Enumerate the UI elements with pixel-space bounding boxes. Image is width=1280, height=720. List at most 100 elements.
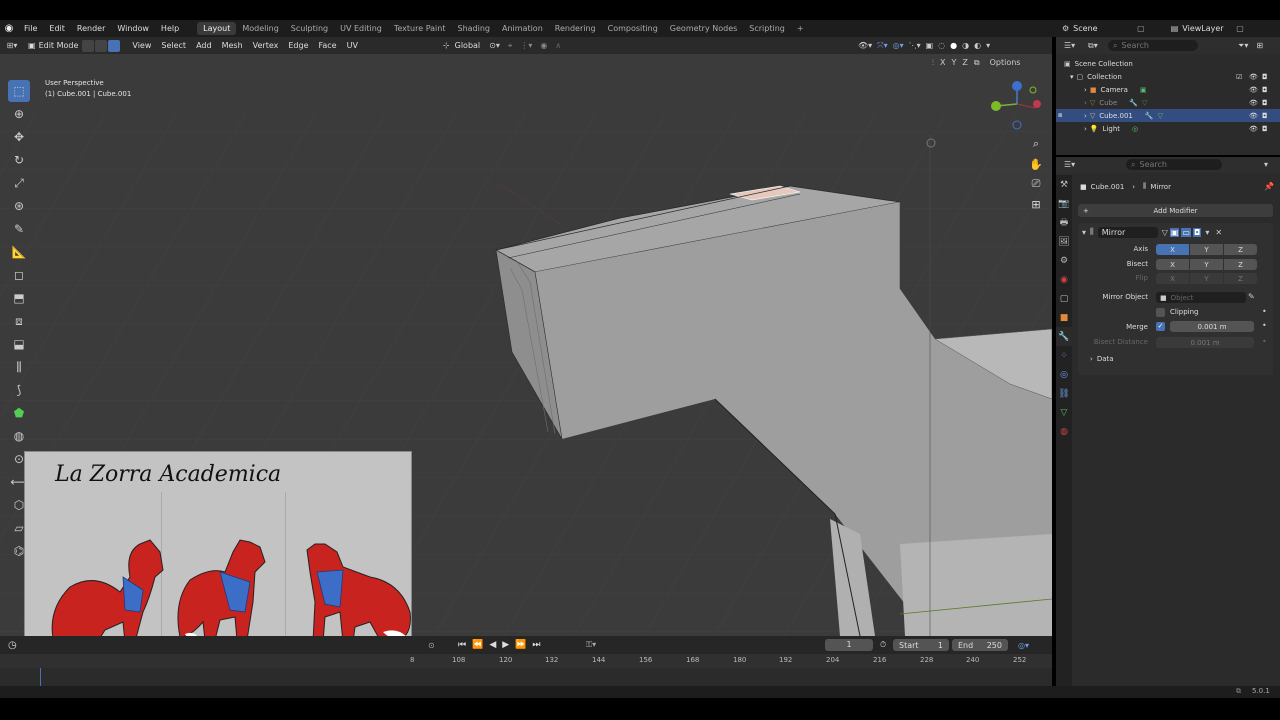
start-frame-field[interactable]: Start 1 [893,639,949,651]
physics-tab-icon[interactable]: ◎ [1056,365,1072,384]
properties-options-icon[interactable]: ▾ [1264,160,1268,169]
filter-icon[interactable]: ⏷▾ [1238,41,1248,51]
properties-editor-icon[interactable]: ☰▾ [1064,160,1075,169]
menu-render[interactable]: Render [71,24,111,33]
jump-end-icon[interactable]: ⏭ [532,640,540,650]
outliner-item-camera[interactable]: › ■ Camera ▣ 👁 ◘ [1056,83,1280,96]
wireframe-shading-icon[interactable]: ◌ [938,41,945,50]
add-workspace-button[interactable]: + [791,24,810,33]
move-tool-icon[interactable]: ✥ [8,126,30,148]
keyframe-dot-icon[interactable]: • [1262,321,1267,330]
menu-help[interactable]: Help [155,24,185,33]
bisect-x-toggle[interactable]: X [1156,259,1189,270]
outliner-item-light[interactable]: › 💡 Light ◎ 👁 ◘ [1056,122,1280,135]
axis-z-toggle[interactable]: Z [1224,244,1257,255]
tool-tab-icon[interactable]: ⚒ [1056,175,1072,194]
mirror-y-toggle[interactable]: Y [951,58,956,67]
edge-select-button[interactable] [95,39,108,52]
collapse-arrow-icon[interactable]: ▾ [1082,228,1086,237]
mode-selector[interactable]: ▣ Edit Mode [24,41,82,50]
mirror-x-toggle[interactable]: X [940,58,945,67]
bevel-tool-icon[interactable]: ⬓ [8,333,30,355]
next-keyframe-icon[interactable]: ⏩ [515,640,526,650]
preview-range-icon[interactable]: ⏱ [880,640,886,650]
tab-geometry-nodes[interactable]: Geometry Nodes [664,24,743,33]
flip-z-toggle[interactable]: Z [1224,273,1257,284]
cursor-tool-icon[interactable]: ⊕ [8,103,30,125]
perspective-toggle-icon[interactable]: ⊞ [1028,194,1044,214]
current-frame-field[interactable]: 1 [825,639,873,651]
axis-x-toggle[interactable]: X [1156,244,1189,255]
tab-modeling[interactable]: Modeling [236,24,284,33]
add-cube-tool-icon[interactable]: ◻ [8,264,30,286]
expand-arrow-icon[interactable]: › [1084,112,1087,120]
keying-set-icon[interactable]: ⚿▾ [586,640,596,650]
expand-arrow-icon[interactable]: › [1084,99,1087,107]
tab-layout[interactable]: Layout [197,22,237,35]
y-axis-icon[interactable] [991,101,1001,111]
camera-view-icon[interactable]: ⎚ [1028,174,1044,194]
camera-render-icon[interactable]: ◘ [1262,125,1268,133]
render-tab-icon[interactable]: 📷 [1056,194,1072,213]
menu-uv[interactable]: UV [342,41,363,50]
pivot-icon[interactable]: ⊙▾ [485,41,504,50]
modifier-name-field[interactable]: Mirror [1097,226,1158,238]
camera-render-icon[interactable]: ◘ [1262,99,1268,107]
edit-cage-icon[interactable]: ▽ [1162,228,1168,237]
play-icon[interactable]: ▶ [502,640,509,650]
annotate-tool-icon[interactable]: ✎ [8,218,30,240]
solid-shading-icon[interactable]: ● [950,41,957,50]
scene-tab-icon[interactable]: ⚙ [1056,251,1072,270]
z-axis-icon[interactable] [1012,81,1022,91]
outliner-scene-collection[interactable]: ▣ Scene Collection [1056,57,1280,70]
eye-icon[interactable]: 👁 [1249,112,1258,120]
tab-uv-editing[interactable]: UV Editing [334,24,388,33]
shading-options-icon[interactable]: ▾ [986,41,990,50]
blender-logo-icon[interactable]: ◉ [0,23,18,34]
loop-cut-tool-icon[interactable]: ⫼ [8,356,30,378]
tab-scripting[interactable]: Scripting [743,24,791,33]
rotate-tool-icon[interactable]: ↻ [8,149,30,171]
realtime-toggle-icon[interactable]: ▭ [1181,227,1191,237]
poly-build-tool-icon[interactable]: ⬟ [8,402,30,424]
mesh-overlay-icon[interactable]: ⋱▾ [909,41,921,50]
view-layer-tab-icon[interactable]: 🖼 [1056,232,1072,251]
merge-checkbox[interactable]: ✓ [1156,322,1165,331]
new-viewlayer-icon[interactable]: ▢ [1236,24,1244,33]
transform-tool-icon[interactable]: ⊛ [8,195,30,217]
tab-animation[interactable]: Animation [496,24,549,33]
knife-tool-icon[interactable]: ⟆ [8,379,30,401]
outliner-search-input[interactable]: ⌕ Search [1108,40,1198,51]
eyedropper-icon[interactable]: ✎ [1248,292,1255,301]
menu-view[interactable]: View [127,41,156,50]
eye-icon[interactable]: 👁 [1249,73,1258,81]
x-axis-icon[interactable] [1033,100,1041,108]
timeline-view-icon[interactable]: ◎▾ [1018,641,1029,650]
menu-edit[interactable]: Edit [43,24,71,33]
autoweight-icon[interactable]: ⧉ [974,58,980,68]
data-subpanel[interactable]: › Data [1090,355,1114,363]
neg-y-axis-icon[interactable] [1029,86,1037,94]
timeline-ruler[interactable]: 8 108 120 132 144 156 168 180 192 204 21… [0,654,1052,668]
camera-render-icon[interactable]: ◘ [1262,86,1268,94]
constraints-tab-icon[interactable]: ⛓ [1056,384,1072,403]
xray-icon[interactable]: ▣ [926,41,934,50]
outliner-collection[interactable]: ▾ ▢ Collection ☑ 👁 ◘ [1056,70,1280,83]
timeline-editor-icon[interactable]: ◷ [8,640,17,651]
tab-texture-paint[interactable]: Texture Paint [388,24,452,33]
new-scene-icon[interactable]: ▢ [1137,24,1145,33]
gizmo-icon[interactable]: ⤧▾ [877,41,887,51]
data-tab-icon[interactable]: ▽ [1056,403,1072,422]
editmode-toggle-icon[interactable]: ▣ [1169,227,1180,237]
merge-distance-field[interactable]: 0.001 m [1170,321,1254,332]
visibility-icon[interactable]: 👁▾ [858,41,872,50]
menu-vertex[interactable]: Vertex [248,41,284,50]
playhead[interactable] [40,668,41,686]
snap-target-icon[interactable]: ⋮▾ [516,41,536,50]
flip-y-toggle[interactable]: Y [1190,273,1223,284]
jump-start-icon[interactable]: ⏮ [458,640,466,650]
face-select-button[interactable] [108,39,121,52]
prev-keyframe-icon[interactable]: ⏪ [472,640,483,650]
tab-rendering[interactable]: Rendering [549,24,602,33]
auto-keying-icon[interactable]: ⊙ [428,641,435,650]
